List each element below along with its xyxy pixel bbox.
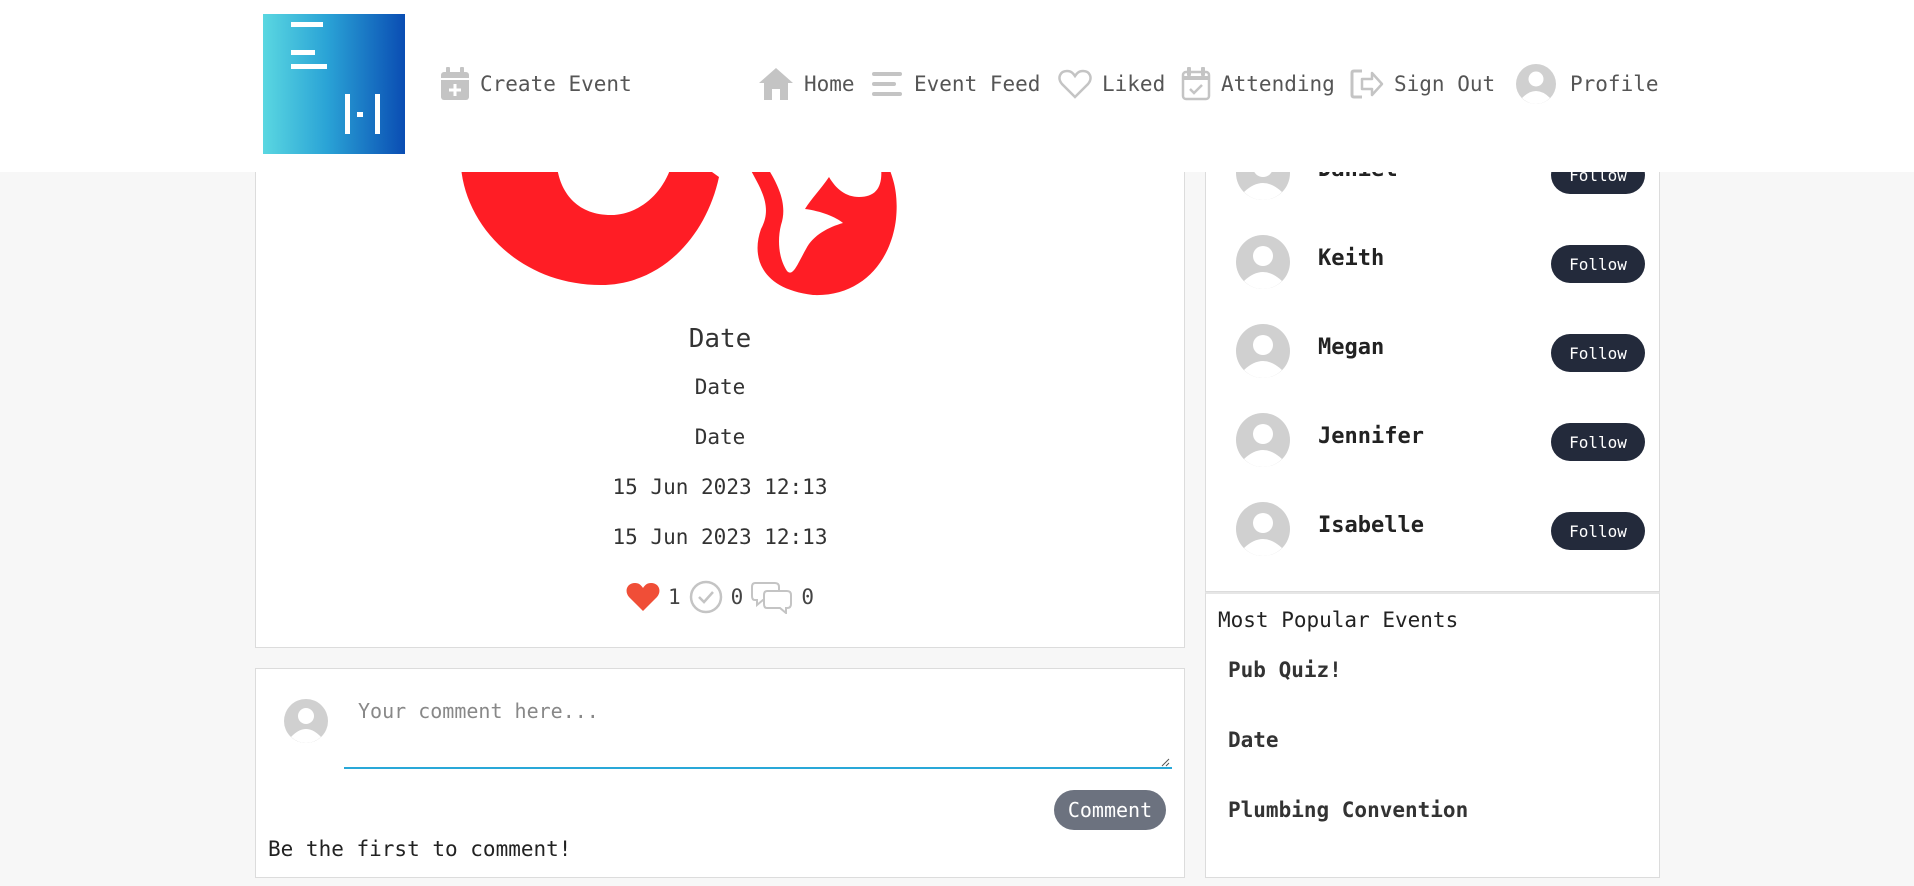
logo-mark [357,112,363,117]
nav-profile-label: Profile [1570,72,1659,96]
chat-bubbles-icon[interactable] [751,580,793,614]
attend-stat[interactable]: 0 [689,580,744,614]
popular-event-link[interactable]: Date [1228,728,1279,752]
event-start-time: 15 Jun 2023 12:13 [612,475,828,499]
avatar-icon [1236,502,1290,556]
like-count: 1 [668,585,681,609]
follow-button[interactable]: Follow [1551,245,1645,283]
nav-liked[interactable]: Liked [1058,64,1165,104]
nav-event-feed-label: Event Feed [914,72,1041,96]
avatar-icon [1236,324,1290,378]
popular-events-title: Most Popular Events [1218,608,1459,632]
logo-mark [291,22,323,27]
popular-events-card: Most Popular Events Pub Quiz! Date Plumb… [1205,592,1660,878]
follow-button[interactable]: Follow [1551,334,1645,372]
top-navbar: Create Event Home Event Feed Liked Atten… [0,0,1914,172]
create-event-label: Create Event [480,72,632,96]
heart-outline-icon [1058,69,1092,99]
event-end-time: 15 Jun 2023 12:13 [612,525,828,549]
user-row: Isabelle Follow [1236,497,1648,557]
who-to-follow-card: Daniel Follow Keith Follow Megan Follow … [1205,120,1660,592]
check-circle-icon[interactable] [689,580,723,614]
calendar-plus-icon [441,67,469,100]
nav-liked-label: Liked [1102,72,1166,96]
popular-event-link[interactable]: Plumbing Convention [1228,798,1468,822]
logo-mark [375,94,380,134]
avatar-icon [1236,235,1290,289]
feed-lines-icon [872,72,902,96]
avatar-icon [1236,413,1290,467]
calendar-check-icon [1181,67,1211,101]
resize-handle-icon[interactable] [1160,757,1170,767]
comment-count: 0 [801,585,814,609]
comment-card: Comment Be the first to comment! [255,668,1185,878]
nav-event-feed[interactable]: Event Feed [872,64,1040,104]
user-row: Jennifer Follow [1236,408,1648,468]
comment-stat[interactable]: 0 [751,580,814,614]
sign-out-icon [1350,69,1384,99]
like-stat[interactable]: 1 [626,582,681,612]
nav-sign-out[interactable]: Sign Out [1350,64,1495,104]
comment-input[interactable] [344,683,1172,769]
user-row: Megan Follow [1236,319,1648,379]
event-image [461,167,897,296]
heart-icon[interactable] [626,582,660,612]
event-title: Date [688,324,752,354]
avatar-icon [1516,64,1556,104]
attend-count: 0 [730,585,744,609]
follow-button[interactable]: Follow [1551,512,1645,550]
logo-mark [291,64,327,69]
comment-button[interactable]: Comment [1054,790,1166,830]
popular-event-link[interactable]: Pub Quiz! [1228,658,1342,682]
user-name[interactable]: Isabelle [1318,513,1424,538]
follow-button[interactable]: Follow [1551,423,1645,461]
nav-attending-label: Attending [1221,72,1335,96]
nav-profile[interactable]: Profile [1516,64,1659,104]
no-comments-text: Be the first to comment! [268,837,572,861]
house-icon [759,68,793,100]
create-event-link[interactable]: Create Event [440,64,632,104]
nav-home-label: Home [804,72,855,96]
nav-attending[interactable]: Attending [1181,64,1335,104]
nav-home[interactable]: Home [758,64,855,104]
event-card: Date Date Date 15 Jun 2023 12:13 15 Jun … [255,167,1185,648]
user-name[interactable]: Keith [1318,246,1384,271]
app-logo[interactable] [263,14,405,154]
user-name[interactable]: Jennifer [1318,424,1424,449]
event-subtitle: Date [694,375,746,399]
user-row: Keith Follow [1236,230,1648,290]
event-location: Date [694,425,746,449]
logo-mark [291,50,315,55]
event-stats: 1 0 0 [256,580,1184,614]
user-name[interactable]: Megan [1318,335,1384,360]
nav-sign-out-label: Sign Out [1394,72,1496,96]
avatar-icon [284,699,328,743]
logo-mark [345,94,350,134]
